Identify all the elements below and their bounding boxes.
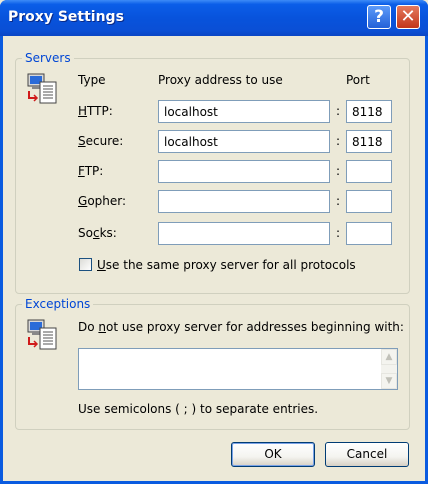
servers-group: Servers Type Proxy address to use Port H… bbox=[15, 51, 410, 294]
cancel-button[interactable]: Cancel bbox=[325, 442, 409, 467]
secure-colon: : bbox=[336, 134, 341, 148]
close-icon: ✕ bbox=[400, 6, 416, 27]
network-computer-icon bbox=[27, 73, 57, 104]
ok-button[interactable]: OK bbox=[231, 442, 315, 467]
gopher-port-input[interactable] bbox=[346, 190, 392, 213]
window-title: Proxy Settings bbox=[8, 9, 124, 25]
ftp-address-input[interactable] bbox=[158, 160, 330, 183]
scroll-down-arrow-icon[interactable]: ▼ bbox=[381, 373, 397, 389]
same-proxy-label[interactable]: Use the same proxy server for all protoc… bbox=[97, 258, 356, 272]
close-button[interactable]: ✕ bbox=[396, 5, 420, 29]
exceptions-scrollbar[interactable]: ▲ ▼ bbox=[381, 349, 397, 389]
help-button[interactable]: ? bbox=[367, 5, 391, 29]
socks-address-input[interactable] bbox=[158, 222, 330, 245]
port-column-header: Port bbox=[346, 73, 370, 87]
exceptions-legend: Exceptions bbox=[22, 297, 94, 311]
socks-port-input[interactable] bbox=[346, 222, 392, 245]
help-icon: ? bbox=[374, 7, 384, 27]
servers-legend: Servers bbox=[22, 51, 74, 65]
secure-label: Secure: bbox=[78, 134, 124, 148]
type-column-header: Type bbox=[78, 73, 106, 87]
same-proxy-checkbox[interactable] bbox=[79, 258, 92, 271]
http-port-input[interactable] bbox=[346, 100, 392, 123]
secure-address-input[interactable] bbox=[158, 130, 330, 153]
http-address-input[interactable] bbox=[158, 100, 330, 123]
ftp-label: FTP: bbox=[78, 164, 104, 178]
socks-colon: : bbox=[336, 226, 341, 240]
address-column-header: Proxy address to use bbox=[158, 73, 283, 87]
ftp-port-input[interactable] bbox=[346, 160, 392, 183]
http-label: HTTP: bbox=[78, 104, 113, 118]
network-computer-icon bbox=[27, 319, 57, 350]
ftp-colon: : bbox=[336, 164, 341, 178]
gopher-address-input[interactable] bbox=[158, 190, 330, 213]
gopher-colon: : bbox=[336, 194, 341, 208]
exceptions-group: Exceptions Do not use proxy server for a… bbox=[15, 297, 410, 430]
socks-label: Socks: bbox=[78, 226, 117, 240]
scroll-up-arrow-icon[interactable]: ▲ bbox=[381, 349, 397, 365]
title-bar[interactable]: Proxy Settings ? ✕ bbox=[0, 0, 428, 36]
gopher-label: Gopher: bbox=[78, 194, 127, 208]
exceptions-label: Do not use proxy server for addresses be… bbox=[78, 320, 404, 334]
secure-port-input[interactable] bbox=[346, 130, 392, 153]
http-colon: : bbox=[336, 104, 341, 118]
exceptions-textarea[interactable]: ▲ ▼ bbox=[78, 348, 398, 390]
exceptions-hint: Use semicolons ( ; ) to separate entries… bbox=[78, 402, 319, 416]
dialog-body: Servers Type Proxy address to use Port H… bbox=[3, 36, 425, 481]
proxy-settings-window: Proxy Settings ? ✕ Servers Type Proxy ad… bbox=[0, 0, 428, 484]
